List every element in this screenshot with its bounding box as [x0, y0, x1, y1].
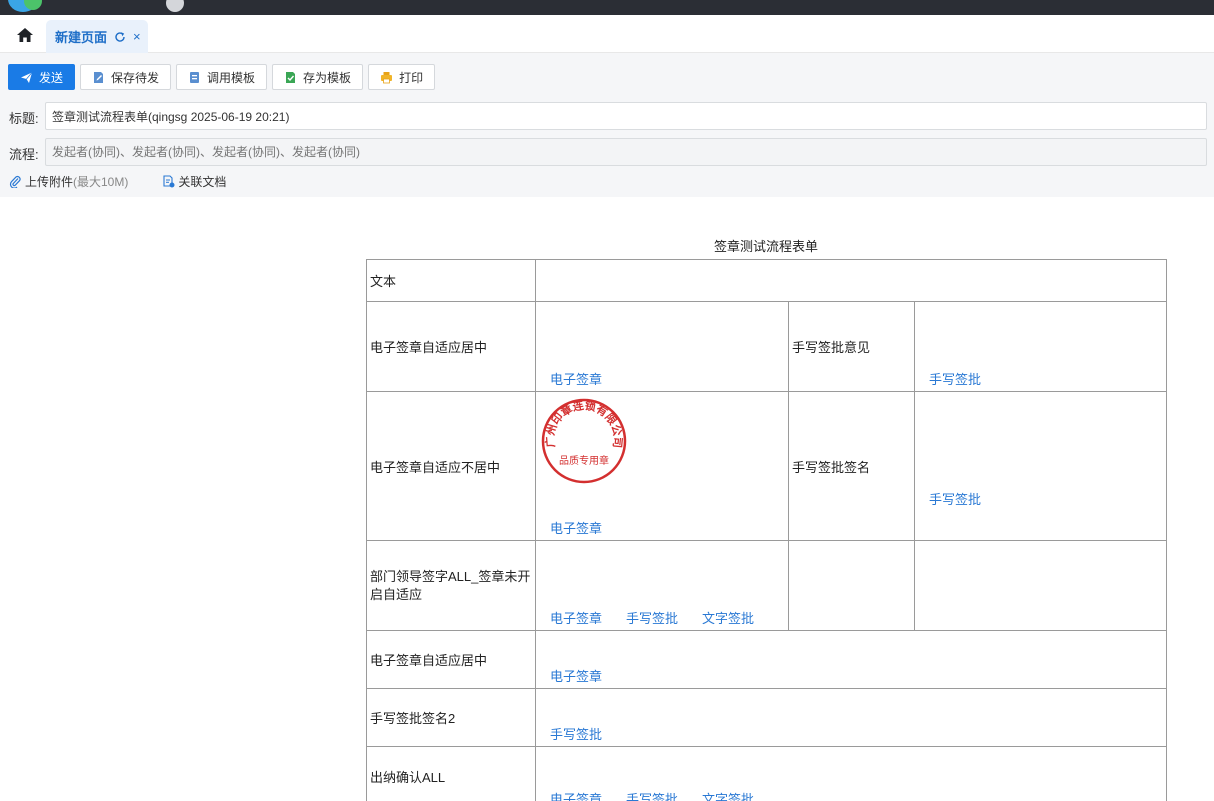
table-row: 电子签章自适应居中 电子签章 手写签批意见 手写签批 — [366, 301, 1168, 392]
table-row: 部门领导签字ALL_签章未开启自适应 电子签章 手写签批 文字签批 — [366, 540, 1168, 631]
table-row: 电子签章自适应不居中 广州印章连锁有限公司 品质专用章 电子签章 手写签批签名 … — [366, 391, 1168, 541]
empty-cell — [913, 540, 1168, 631]
form-table: 文本 电子签章自适应居中 电子签章 手写签批意见 手写签批 电子签章自适应不居中… — [366, 259, 1168, 801]
seal-center-text: 品质专用章 — [559, 454, 609, 467]
seal-ring-text: 广州印章连锁有限公司 — [543, 398, 625, 449]
e-seal-link[interactable]: 电子签章 — [550, 521, 602, 536]
e-seal-centered-label: 电子签章自适应居中 — [370, 340, 488, 355]
row-label-cell: 电子签章自适应居中 — [366, 301, 536, 392]
e-seal-cell: 电子签章 — [535, 301, 789, 392]
e-seal-link[interactable]: 电子签章 — [550, 372, 602, 387]
e-seal-link[interactable]: 电子签章 — [550, 789, 602, 801]
form-title: 签章测试流程表单 — [713, 239, 818, 254]
text-sign-link[interactable]: 文字签批 — [702, 789, 754, 801]
send-button[interactable]: 发送 — [8, 64, 76, 90]
table-row: 手写签批签名2 手写签批 — [366, 688, 1168, 747]
e-seal-cell: 广州印章连锁有限公司 品质专用章 电子签章 — [535, 391, 789, 541]
sign-options-cell: 电子签章 手写签批 文字签批 — [535, 540, 789, 631]
printer-icon — [381, 71, 393, 83]
e-seal-cell: 电子签章 — [534, 630, 1168, 689]
paperclip-icon — [9, 175, 21, 188]
save-template-icon — [286, 71, 296, 83]
handwrite-link[interactable]: 手写签批 — [929, 372, 981, 387]
title-input[interactable] — [45, 102, 1207, 130]
refresh-icon[interactable] — [114, 31, 126, 43]
text-input-cell[interactable] — [534, 259, 1168, 302]
linked-document-icon — [163, 175, 175, 188]
tab-new-page[interactable]: 新建页面 × — [46, 20, 148, 53]
svg-text:广州印章连锁有限公司: 广州印章连锁有限公司 — [543, 398, 625, 449]
save-template-button[interactable]: 存为模板 — [272, 64, 364, 90]
send-label: 发送 — [39, 70, 64, 85]
print-button[interactable]: 打印 — [368, 64, 436, 90]
row-label-cell: 手写签批意见 — [788, 301, 915, 392]
attachment-row: 上传附件 (最大10M) 关联文档 — [9, 173, 226, 190]
handwrite-cell: 手写签批 — [534, 688, 1168, 747]
handwrite-link[interactable]: 手写签批 — [929, 492, 981, 507]
table-row: 电子签章自适应居中 电子签章 — [366, 630, 1168, 689]
template-icon — [190, 71, 200, 83]
flow-label: 流程: — [9, 147, 39, 162]
handwrite-signature-label: 手写签批签名 — [792, 459, 871, 475]
upload-label: 上传附件 — [25, 175, 74, 189]
save-doc-icon — [94, 71, 104, 83]
handwrite-cell: 手写签批 — [913, 301, 1168, 392]
row-label-cell: 手写签批签名2 — [366, 688, 536, 747]
toolbar: 发送 保存待发 调用模板 存为模板 打印 — [8, 64, 436, 90]
tab-label: 新建页面 — [55, 30, 108, 45]
handwrite-link[interactable]: 手写签批 — [626, 608, 678, 627]
related-label: 关联文档 — [178, 175, 227, 189]
send-icon — [21, 71, 33, 83]
print-label: 打印 — [399, 70, 424, 85]
sign-options-cell: 电子签章 手写签批 文字签批 — [534, 746, 1168, 801]
dept-leader-label: 部门领导签字ALL_签章未开启自适应 — [370, 568, 531, 602]
e-seal-centered-label-2: 电子签章自适应居中 — [370, 653, 488, 668]
text-label-cell: 文本 — [366, 259, 536, 302]
app-top-bar — [0, 0, 1214, 15]
flow-input[interactable] — [45, 138, 1207, 166]
flow-row: 流程: — [0, 138, 1214, 166]
handwrite-link[interactable]: 手写签批 — [626, 789, 678, 801]
table-row: 出纳确认ALL 电子签章 手写签批 文字签批 — [366, 746, 1168, 801]
handwrite-signature-2-label: 手写签批签名2 — [370, 711, 456, 726]
compose-panel: 发送 保存待发 调用模板 存为模板 打印 标题: 签章测试流程表单(qingsg… — [0, 53, 1214, 197]
related-document-link[interactable]: 关联文档 — [162, 173, 226, 190]
title-row: 标题: — [0, 102, 1214, 130]
user-avatar-icon[interactable] — [166, 0, 184, 12]
e-seal-not-centered-label: 电子签章自适应不居中 — [370, 459, 501, 475]
handwrite-opinion-label: 手写签批意见 — [792, 340, 871, 355]
tab-bar: 新建页面 × — [0, 15, 1214, 53]
row-label-cell: 出纳确认ALL — [366, 746, 536, 801]
text-label: 文本 — [370, 274, 397, 289]
handwrite-cell: 手写签批 — [913, 391, 1168, 541]
table-row: 文本 — [366, 259, 1168, 302]
text-sign-link[interactable]: 文字签批 — [702, 608, 754, 627]
close-icon[interactable]: × — [133, 29, 141, 44]
cashier-confirm-label: 出纳确认ALL — [370, 770, 446, 785]
title-label: 标题: — [9, 111, 39, 126]
e-seal-link[interactable]: 电子签章 — [550, 669, 602, 684]
row-label-cell: 部门领导签字ALL_签章未开启自适应 — [366, 540, 536, 631]
e-seal-link[interactable]: 电子签章 — [550, 608, 602, 627]
row-label-cell: 电子签章自适应不居中 — [366, 391, 536, 541]
empty-cell — [788, 540, 915, 631]
row-label-cell: 电子签章自适应居中 — [366, 630, 536, 689]
use-template-label: 调用模板 — [207, 70, 256, 85]
home-icon[interactable] — [16, 27, 34, 43]
save-draft-button[interactable]: 保存待发 — [80, 64, 172, 90]
save-template-label: 存为模板 — [303, 70, 352, 85]
handwrite-link[interactable]: 手写签批 — [550, 727, 602, 742]
row-label-cell: 手写签批签名 — [788, 391, 915, 541]
upload-limit: (最大10M) — [73, 175, 129, 189]
company-seal-stamp: 广州印章连锁有限公司 品质专用章 — [541, 398, 627, 484]
use-template-button[interactable]: 调用模板 — [176, 64, 268, 90]
upload-attachment-link[interactable]: 上传附件 (最大10M) — [9, 173, 128, 190]
save-draft-label: 保存待发 — [111, 70, 160, 85]
